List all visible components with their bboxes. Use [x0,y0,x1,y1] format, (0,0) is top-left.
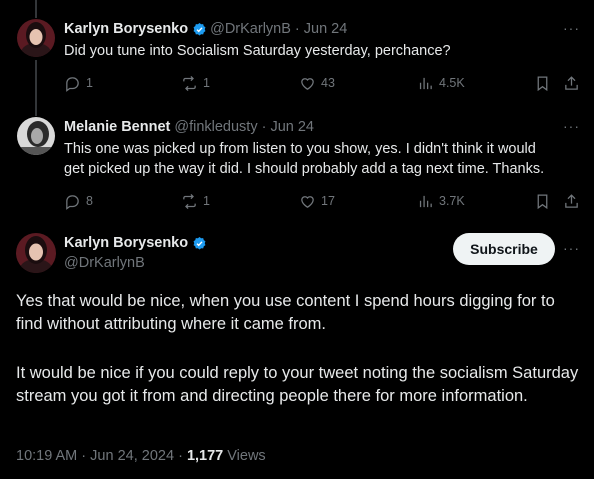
like-count: 43 [321,76,335,90]
repost-count: 1 [203,76,210,90]
more-icon[interactable]: ··· [563,118,580,134]
views-icon [419,77,432,89]
tweet2-actions: 8 1 17 3.7K [0,192,594,210]
like-icon [301,195,314,208]
tweet2-header: Melanie Bennet @finkledusty · Jun 24 [64,119,314,135]
like-button[interactable]: 43 [299,75,335,92]
repost-button[interactable]: 1 [181,193,210,210]
main-date[interactable]: Jun 24, 2024 [90,448,174,464]
more-icon[interactable]: ··· [563,240,580,256]
main-text-para1: Yes that would be nice, when you use con… [16,292,555,333]
main-author-name[interactable]: Karlyn Borysenko [64,235,188,251]
like-count: 17 [321,194,335,208]
main-views-label: Views [227,448,266,464]
views-button[interactable]: 4.5K [417,75,465,92]
bookmark-icon [537,193,548,209]
avatar-karlyn-main[interactable] [16,233,56,273]
separator: · [81,448,87,464]
main-views-count: 1,177 [186,448,224,464]
reply-count: 1 [86,76,93,90]
thread-line [35,0,37,18]
verified-icon [193,22,206,35]
repost-icon [183,193,196,209]
main-footer: 10:19 AM · Jun 24, 2024 · 1,177 Views [16,448,266,464]
tweet2-date[interactable]: Jun 24 [270,119,314,135]
views-button[interactable]: 3.7K [417,193,465,210]
views-count: 4.5K [439,76,465,90]
verified-icon [193,236,206,249]
tweet2-handle[interactable]: @finkledusty [174,119,257,135]
like-button[interactable]: 17 [299,193,335,210]
tweet2-text-line2: get picked up the way it did. I should p… [64,161,545,177]
main-handle[interactable]: @DrKarlynB [64,255,145,271]
main-text-para2: It would be nice if you could reply to y… [16,364,579,405]
tweet2-author-name[interactable]: Melanie Bennet [64,119,170,135]
share-icon [565,75,578,90]
reply-count: 8 [86,194,93,208]
tweet1-date[interactable]: Jun 24 [304,21,348,37]
tweet2-text-line1: This one was picked up from listen to yo… [64,141,536,157]
reply-icon [66,194,79,210]
main-time[interactable]: 10:19 AM [16,448,77,464]
views-count: 3.7K [439,194,465,208]
repost-icon [183,75,196,91]
separator: · [261,119,267,135]
tweet1-actions: 1 1 43 4.5K [0,74,594,92]
reply-icon [66,76,79,92]
bookmark-button[interactable] [534,75,551,92]
more-icon[interactable]: ··· [563,20,580,36]
share-icon [565,193,578,208]
views-icon [419,195,432,207]
repost-count: 1 [203,194,210,208]
tweet1-header: Karlyn Borysenko @DrKarlynB · Jun 24 [64,21,347,37]
avatar-karlyn[interactable] [17,19,55,57]
bookmark-button[interactable] [534,193,551,210]
repost-button[interactable]: 1 [181,75,210,92]
separator: · [178,448,183,464]
avatar-melanie[interactable] [17,117,55,155]
bookmark-icon [537,75,548,91]
reply-button[interactable]: 1 [64,75,93,92]
tweet1-author-name[interactable]: Karlyn Borysenko [64,21,188,37]
separator: · [294,21,300,37]
share-button[interactable] [563,75,580,92]
tweet1-text: Did you tune into Socialism Saturday yes… [64,43,451,59]
tweet1-handle[interactable]: @DrKarlynB [210,21,291,37]
like-icon [301,77,314,90]
subscribe-button[interactable]: Subscribe [453,233,555,265]
share-button[interactable] [563,193,580,210]
reply-button[interactable]: 8 [64,193,93,210]
main-author-row: Karlyn Borysenko [64,235,210,251]
